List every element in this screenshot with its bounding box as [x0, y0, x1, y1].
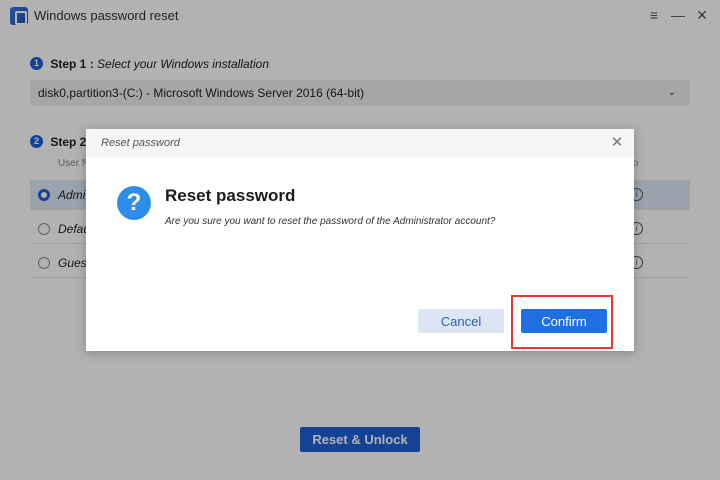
dialog-message: Are you sure you want to reset the passw…	[165, 216, 496, 227]
dialog-close-icon[interactable]: ✕	[608, 134, 626, 152]
reset-password-dialog: Reset password ✕ ? Reset password Are yo…	[86, 129, 634, 351]
cancel-button[interactable]: Cancel	[418, 309, 504, 333]
dialog-header: Reset password ✕	[86, 129, 634, 157]
confirm-highlight-box	[511, 295, 613, 349]
question-icon: ?	[117, 186, 151, 220]
dialog-heading: Reset password	[165, 186, 296, 205]
dialog-title: Reset password	[101, 137, 180, 149]
